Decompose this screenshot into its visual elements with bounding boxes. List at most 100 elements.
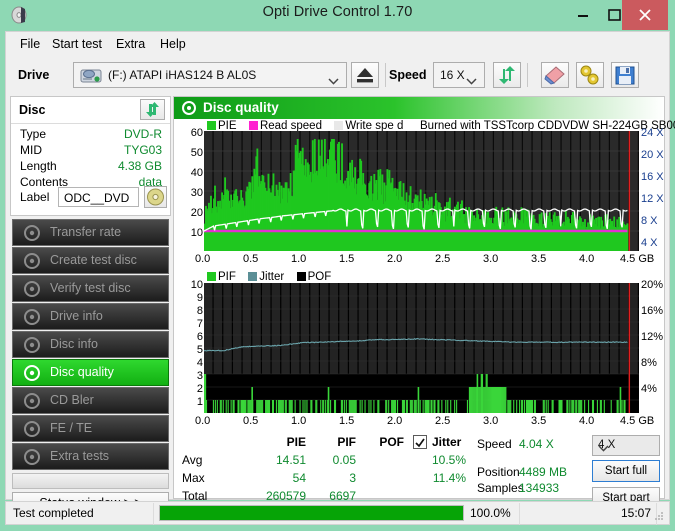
drive-value: (F:) ATAPI iHAS124 B AL0S (108, 68, 257, 82)
chart2-xtick-4: 2.0 (387, 415, 403, 427)
pie-read-speed-chart[interactable] (203, 131, 639, 251)
eject-button[interactable] (351, 62, 379, 88)
resize-grip-icon[interactable] (653, 509, 665, 521)
app-window: Opti Drive Control 1.70 File Start test … (0, 0, 675, 531)
speed-stat-value: 4.04 X (519, 437, 554, 451)
chart2-ytick-4: 4 (196, 357, 203, 369)
stats-avg-jitter: 10.5% (431, 453, 466, 467)
sidebar: Disc Type DVD-R MID TYG03 Length 4.38 GB… (10, 96, 171, 514)
sidebar-item-fe-te[interactable]: FE / TE (12, 415, 169, 442)
disc-type-value: DVD-R (124, 127, 162, 141)
disc-test-icon (23, 224, 42, 243)
drive-icon (80, 67, 102, 85)
disc-label-label: Label (20, 190, 50, 204)
stats-max-pif: 3 (349, 471, 356, 485)
sidebar-item-drive-info[interactable]: Drive info (12, 303, 169, 330)
stats-avg-pif: 0.05 (332, 453, 356, 467)
chart2-y2tick-8pct: 8% (641, 357, 657, 369)
sidebar-item-label: CD Bler (50, 393, 94, 407)
sidebar-item-label: Drive info (50, 309, 103, 323)
stats-row-avg-label: Avg (182, 453, 203, 467)
chart1-xtick-1: 0.5 (243, 253, 259, 265)
disc-quality-pane: Disc quality PIE Read speed Write spe d … (173, 96, 675, 509)
menu-file[interactable]: File (14, 36, 46, 52)
sidebar-item-label: Disc info (50, 337, 98, 351)
chart2-xtick-5: 2.5 (435, 415, 451, 427)
legend-swatch-pof (296, 272, 306, 281)
chart1-xtick-3: 1.5 (339, 253, 355, 265)
sidebar-item-cd-bler[interactable]: CD Bler (12, 387, 169, 414)
chart1-xtick-6: 3.0 (483, 253, 499, 265)
minimize-button[interactable] (569, 0, 597, 30)
menu-start-test[interactable]: Start test (46, 36, 108, 52)
sidebar-item-extra-tests[interactable]: Extra tests (12, 443, 169, 470)
speed-label: Speed (389, 68, 427, 82)
jitter-checkbox[interactable] (413, 435, 427, 449)
sidebar-item-create-test-disc[interactable]: Create test disc (12, 247, 169, 274)
disc-bler-icon (23, 392, 42, 411)
chart2-xtick-9: 4.5 GB (620, 415, 655, 427)
stats-col-pif: PIF (337, 435, 356, 449)
pif-jitter-pof-chart[interactable] (203, 283, 639, 413)
sidebar-item-label: Transfer rate (50, 225, 122, 239)
chart1-y2tick-20x: 20 X (641, 149, 664, 161)
legend-swatch-pie (207, 121, 216, 130)
refresh-button[interactable] (493, 62, 521, 88)
sidebar-item-verify-test-disc[interactable]: Verify test disc (12, 275, 169, 302)
chart2-xtick-8: 4.0 (579, 415, 595, 427)
disc-label-value: ODC__DVD (64, 191, 130, 205)
disc-fete-icon (23, 420, 42, 439)
disc-panel-header: Disc (11, 97, 170, 124)
chart2-legend: PIF Jitter POF (207, 271, 331, 283)
chart1-ytick-30: 30 (190, 187, 203, 199)
test-speed-select[interactable]: 4 X (592, 435, 660, 456)
chart2-y2tick-20pct: 20% (641, 279, 664, 291)
sidebar-item-disc-quality[interactable]: Disc quality (12, 359, 169, 386)
sidebar-item-label: Extra tests (50, 449, 110, 463)
drive-select[interactable]: (F:) ATAPI iHAS124 B AL0S (73, 62, 347, 88)
chart1-y2tick-24x: 24 X (641, 127, 664, 139)
chart1-y2tick-8x: 8 X (641, 215, 658, 227)
legend-label-pof: POF (307, 271, 332, 283)
menu-bar: File Start test Extra Help (6, 32, 669, 57)
sidebar-item-disc-info[interactable]: Disc info (12, 331, 169, 358)
disc-label-input[interactable]: ODC__DVD (58, 187, 139, 207)
chart2-xtick-7: 3.5 (531, 415, 547, 427)
sidebar-item-label: Verify test disc (50, 281, 131, 295)
tools-button[interactable] (576, 62, 604, 88)
chart1-ytick-20: 20 (190, 207, 203, 219)
page-title: Disc quality (203, 100, 279, 115)
start-full-button[interactable]: Start full (592, 460, 660, 482)
client-area: File Start test Extra Help Drive (F:) AT… (5, 31, 675, 514)
chart1-xtick-4: 2.0 (387, 253, 403, 265)
start-full-label: Start full (604, 465, 648, 477)
disc-refresh-button[interactable] (140, 99, 165, 120)
disc-length-value: 4.38 GB (117, 159, 162, 173)
chevron-down-icon (598, 443, 609, 452)
samples-stat-label: Samples (477, 481, 524, 495)
sidebar-item-transfer-rate[interactable]: Transfer rate (12, 219, 169, 246)
status-message: Test completed (13, 506, 94, 520)
erase-button[interactable] (541, 62, 569, 88)
chart1-y2tick-12x: 12 X (641, 193, 664, 205)
disc-length-label: Length (20, 159, 57, 173)
chart2-ytick-7: 7 (196, 318, 203, 330)
menu-help[interactable]: Help (154, 36, 192, 52)
close-button[interactable] (622, 0, 668, 30)
stats-max-pie: 54 (292, 471, 306, 485)
chart2-xtick-0: 0.0 (195, 415, 211, 427)
chart1-y2tick-16x: 16 X (641, 171, 664, 183)
disc-mid-label: MID (20, 143, 42, 157)
chart1-ytick-60: 60 (190, 127, 203, 139)
menu-extra[interactable]: Extra (110, 36, 151, 52)
disc-extra-icon (23, 448, 42, 467)
chart1-y2tick-4x: 4 X (641, 237, 658, 249)
disc-row-length: Length 4.38 GB (11, 159, 170, 176)
legend-swatch-jitter (248, 272, 258, 281)
disc-mid-value: TYG03 (123, 143, 162, 157)
speed-select[interactable]: 16 X (433, 62, 485, 88)
save-button[interactable] (611, 62, 639, 88)
disc-identify-button[interactable] (144, 186, 167, 208)
chart2-ytick-3: 3 (196, 370, 203, 382)
sidebar-item-label: Create test disc (50, 253, 137, 267)
